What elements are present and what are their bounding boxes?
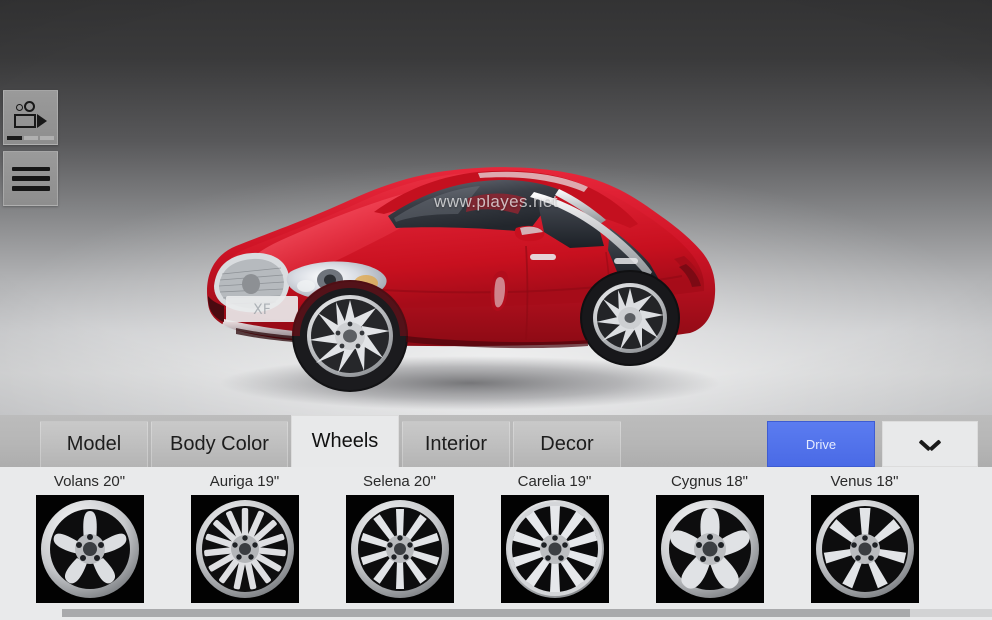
wheel-option-label: Volans 20" bbox=[54, 473, 125, 490]
wheel-thumbnail-carelia bbox=[501, 495, 609, 603]
tab-label: Wheels bbox=[312, 430, 379, 453]
wheel-option-label: Auriga 19" bbox=[210, 473, 280, 490]
wheel-option-venus[interactable]: Venus 18" bbox=[787, 467, 942, 603]
tab-label: Body Color bbox=[170, 433, 269, 456]
record-video-button[interactable] bbox=[3, 90, 58, 145]
category-tab-bar: Model Body Color Wheels Interior Decor D… bbox=[0, 415, 992, 467]
hamburger-menu-icon bbox=[12, 167, 50, 191]
wheel-option-cygnus[interactable]: Cygnus 18" bbox=[632, 467, 787, 603]
expand-panel-button[interactable] bbox=[882, 421, 978, 467]
video-camera-icon bbox=[11, 101, 51, 135]
wheel-options-list[interactable]: Volans 20" bbox=[0, 467, 992, 604]
wheel-option-selena[interactable]: Selena 20" bbox=[322, 467, 477, 603]
tab-body-color[interactable]: Body Color bbox=[151, 421, 288, 467]
horizontal-scroll-area[interactable] bbox=[0, 604, 992, 620]
tab-decor[interactable]: Decor bbox=[513, 421, 621, 467]
wheel-option-label: Carelia 19" bbox=[518, 473, 592, 490]
svg-text:XF: XF bbox=[253, 302, 271, 318]
scrollbar-thumb[interactable] bbox=[62, 609, 910, 617]
tab-label: Decor bbox=[540, 433, 593, 456]
menu-button[interactable] bbox=[3, 151, 58, 206]
drive-button-label: Drive bbox=[806, 437, 836, 452]
car-model-render[interactable]: XF bbox=[178, 128, 738, 413]
wheel-option-label: Venus 18" bbox=[831, 473, 899, 490]
wheel-option-label: Selena 20" bbox=[363, 473, 436, 490]
wheel-thumbnail-volans bbox=[36, 495, 144, 603]
drive-button[interactable]: Drive bbox=[767, 421, 875, 467]
wheel-thumbnail-selena bbox=[346, 495, 454, 603]
wheel-option-label: Cygnus 18" bbox=[671, 473, 748, 490]
tab-model[interactable]: Model bbox=[40, 421, 148, 467]
wheel-thumbnail-venus bbox=[811, 495, 919, 603]
chevron-down-icon bbox=[920, 439, 940, 450]
tab-interior[interactable]: Interior bbox=[402, 421, 510, 467]
tab-wheels[interactable]: Wheels bbox=[291, 415, 399, 467]
wheel-thumbnail-cygnus bbox=[656, 495, 764, 603]
wheel-thumbnail-auriga bbox=[191, 495, 299, 603]
tab-label: Interior bbox=[425, 433, 487, 456]
wheel-option-volans[interactable]: Volans 20" bbox=[12, 467, 167, 603]
tab-label: Model bbox=[67, 433, 121, 456]
car-viewport[interactable]: XF bbox=[0, 0, 992, 415]
wheel-option-auriga[interactable]: Auriga 19" bbox=[167, 467, 322, 603]
wheel-option-carelia[interactable]: Carelia 19" bbox=[477, 467, 632, 603]
